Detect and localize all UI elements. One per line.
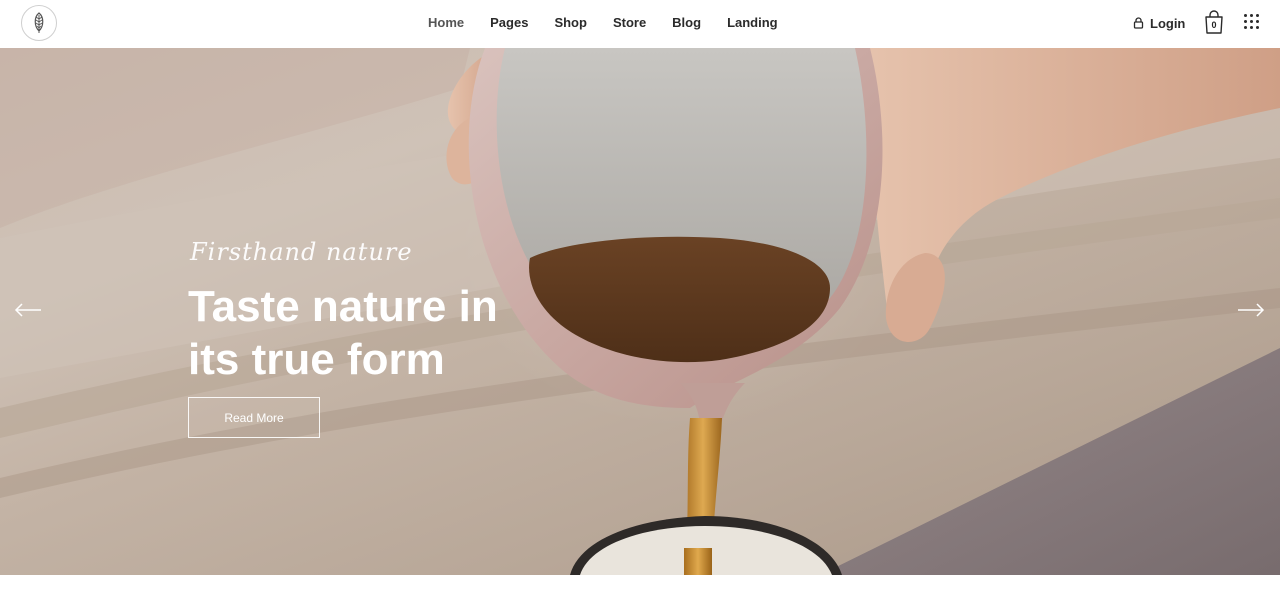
hero-slider: Firsthand nature Taste nature in its tru…	[0, 48, 1280, 575]
nav-item-store[interactable]: Store	[607, 14, 652, 32]
hero-title-line2: its true form	[188, 335, 445, 384]
leaf-icon	[34, 12, 44, 33]
login-link[interactable]: Login	[1133, 14, 1185, 32]
hero-title: Taste nature in its true form	[188, 280, 608, 386]
arrow-right-icon	[1238, 303, 1265, 317]
nav-item-home[interactable]: Home	[422, 14, 470, 35]
arrow-left-icon	[14, 303, 41, 317]
site-header: Home Pages Shop Store Blog Landing Login…	[0, 0, 1280, 48]
slider-next-button[interactable]	[1236, 300, 1266, 320]
cart-count-badge: 0	[1211, 20, 1217, 30]
nav-item-shop[interactable]: Shop	[548, 14, 593, 32]
nav-item-landing[interactable]: Landing	[721, 14, 784, 32]
menu-grid-icon[interactable]	[1244, 14, 1259, 29]
nav-item-pages[interactable]: Pages	[484, 14, 534, 32]
lock-icon	[1133, 17, 1144, 29]
main-nav: Home Pages Shop Store Blog Landing	[422, 0, 784, 46]
hero-eyebrow: Firsthand nature	[190, 238, 413, 266]
slider-prev-button[interactable]	[13, 300, 43, 320]
nav-item-blog[interactable]: Blog	[666, 14, 707, 32]
login-label: Login	[1150, 15, 1186, 31]
hero-title-line1: Taste nature in	[188, 282, 498, 331]
cart-button[interactable]: 0	[1204, 10, 1224, 34]
read-more-button[interactable]: Read More	[188, 397, 320, 438]
logo[interactable]	[21, 5, 57, 41]
